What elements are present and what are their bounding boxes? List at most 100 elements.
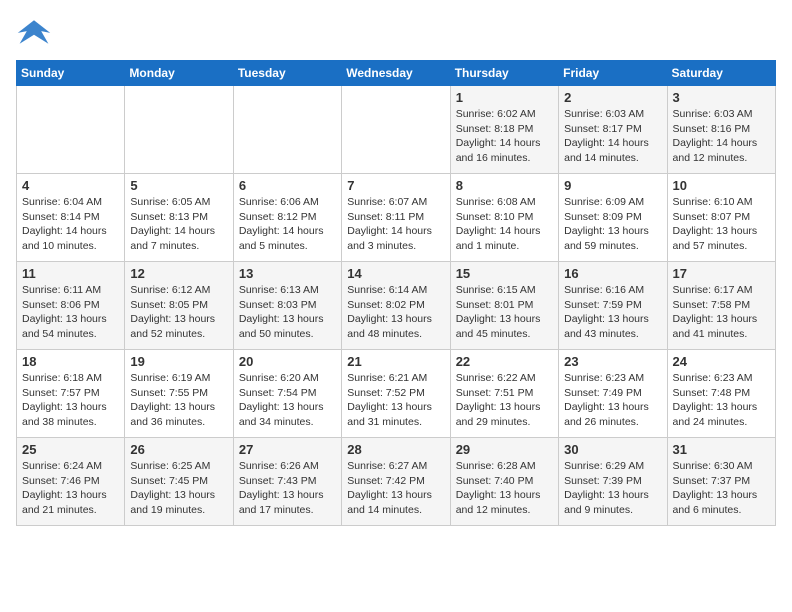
- day-info: Sunrise: 6:14 AM Sunset: 8:02 PM Dayligh…: [347, 283, 444, 342]
- day-info: Sunrise: 6:07 AM Sunset: 8:11 PM Dayligh…: [347, 195, 444, 254]
- day-info: Sunrise: 6:23 AM Sunset: 7:48 PM Dayligh…: [673, 371, 770, 430]
- calendar-cell: [233, 86, 341, 174]
- calendar-cell: 10Sunrise: 6:10 AM Sunset: 8:07 PM Dayli…: [667, 174, 775, 262]
- day-info: Sunrise: 6:03 AM Sunset: 8:17 PM Dayligh…: [564, 107, 661, 166]
- day-info: Sunrise: 6:15 AM Sunset: 8:01 PM Dayligh…: [456, 283, 553, 342]
- day-info: Sunrise: 6:04 AM Sunset: 8:14 PM Dayligh…: [22, 195, 119, 254]
- calendar-cell: 15 Sunrise: 6:15 AM Sunset: 8:01 PM Dayli…: [450, 262, 558, 350]
- day-info: Sunrise: 6:16 AM Sunset: 7:59 PM Dayligh…: [564, 283, 661, 342]
- day-info: Sunrise: 6:21 AM Sunset: 7:52 PM Dayligh…: [347, 371, 444, 430]
- day-info: Sunrise: 6:25 AM Sunset: 7:45 PM Dayligh…: [130, 459, 227, 518]
- calendar-cell: [125, 86, 233, 174]
- calendar-cell: 7 Sunrise: 6:07 AM Sunset: 8:11 PM Daylig…: [342, 174, 450, 262]
- day-number: 21: [347, 354, 444, 369]
- weekday-row: SundayMondayTuesdayWednesdayThursdayFrid…: [17, 61, 776, 86]
- day-number: 29: [456, 442, 553, 457]
- day-info: Sunrise: 6:06 AM Sunset: 8:12 PM Dayligh…: [239, 195, 336, 254]
- day-number: 27: [239, 442, 336, 457]
- calendar-cell: 6 Sunrise: 6:06 AM Sunset: 8:12 PM Daylig…: [233, 174, 341, 262]
- day-number: 17: [673, 266, 770, 281]
- calendar-cell: [17, 86, 125, 174]
- day-number: 11: [22, 266, 119, 281]
- day-number: 25: [22, 442, 119, 457]
- calendar-cell: 14Sunrise: 6:14 AM Sunset: 8:02 PM Dayli…: [342, 262, 450, 350]
- day-info: Sunrise: 6:11 AM Sunset: 8:06 PM Dayligh…: [22, 283, 119, 342]
- day-number: 2: [564, 90, 661, 105]
- day-number: 24: [673, 354, 770, 369]
- day-number: 23: [564, 354, 661, 369]
- day-number: 19: [130, 354, 227, 369]
- calendar-cell: 31 Sunrise: 6:30 AM Sunset: 7:37 PM Dayli…: [667, 438, 775, 526]
- calendar-cell: 25 Sunrise: 6:24 AM Sunset: 7:46 PM Dayli…: [17, 438, 125, 526]
- calendar-cell: [342, 86, 450, 174]
- day-info: Sunrise: 6:12 AM Sunset: 8:05 PM Dayligh…: [130, 283, 227, 342]
- weekday-header-monday: Monday: [125, 61, 233, 86]
- day-number: 30: [564, 442, 661, 457]
- calendar-cell: 29 Sunrise: 6:28 AM Sunset: 7:40 PM Dayli…: [450, 438, 558, 526]
- calendar-cell: 16 Sunrise: 6:16 AM Sunset: 7:59 PM Dayli…: [559, 262, 667, 350]
- day-info: Sunrise: 6:09 AM Sunset: 8:09 PM Dayligh…: [564, 195, 661, 254]
- day-info: Sunrise: 6:18 AM Sunset: 7:57 PM Dayligh…: [22, 371, 119, 430]
- day-info: Sunrise: 6:30 AM Sunset: 7:37 PM Dayligh…: [673, 459, 770, 518]
- calendar-cell: 5 Sunrise: 6:05 AM Sunset: 8:13 PM Daylig…: [125, 174, 233, 262]
- day-number: 4: [22, 178, 119, 193]
- day-info: Sunrise: 6:05 AM Sunset: 8:13 PM Dayligh…: [130, 195, 227, 254]
- day-number: 10: [673, 178, 770, 193]
- weekday-header-sunday: Sunday: [17, 61, 125, 86]
- day-info: Sunrise: 6:19 AM Sunset: 7:55 PM Dayligh…: [130, 371, 227, 430]
- day-info: Sunrise: 6:23 AM Sunset: 7:49 PM Dayligh…: [564, 371, 661, 430]
- calendar-cell: 28 Sunrise: 6:27 AM Sunset: 7:42 PM Dayli…: [342, 438, 450, 526]
- day-info: Sunrise: 6:28 AM Sunset: 7:40 PM Dayligh…: [456, 459, 553, 518]
- calendar-cell: 13 Sunrise: 6:13 AM Sunset: 8:03 PM Dayli…: [233, 262, 341, 350]
- weekday-header-tuesday: Tuesday: [233, 61, 341, 86]
- day-info: Sunrise: 6:22 AM Sunset: 7:51 PM Dayligh…: [456, 371, 553, 430]
- calendar-cell: 2 Sunrise: 6:03 AM Sunset: 8:17 PM Daylig…: [559, 86, 667, 174]
- day-info: Sunrise: 6:26 AM Sunset: 7:43 PM Dayligh…: [239, 459, 336, 518]
- calendar-week-3: 11 Sunrise: 6:11 AM Sunset: 8:06 PM Dayli…: [17, 262, 776, 350]
- day-number: 20: [239, 354, 336, 369]
- calendar-cell: 3 Sunrise: 6:03 AM Sunset: 8:16 PM Daylig…: [667, 86, 775, 174]
- calendar-week-2: 4 Sunrise: 6:04 AM Sunset: 8:14 PM Daylig…: [17, 174, 776, 262]
- day-number: 15: [456, 266, 553, 281]
- day-number: 7: [347, 178, 444, 193]
- calendar-week-1: 1Sunrise: 6:02 AM Sunset: 8:18 PM Daylig…: [17, 86, 776, 174]
- day-number: 31: [673, 442, 770, 457]
- calendar-body: 1Sunrise: 6:02 AM Sunset: 8:18 PM Daylig…: [17, 86, 776, 526]
- day-info: Sunrise: 6:29 AM Sunset: 7:39 PM Dayligh…: [564, 459, 661, 518]
- calendar-cell: 27 Sunrise: 6:26 AM Sunset: 7:43 PM Dayli…: [233, 438, 341, 526]
- day-number: 22: [456, 354, 553, 369]
- page-header: [16, 16, 776, 48]
- calendar-week-4: 18 Sunrise: 6:18 AM Sunset: 7:57 PM Dayli…: [17, 350, 776, 438]
- calendar-cell: 19 Sunrise: 6:19 AM Sunset: 7:55 PM Dayli…: [125, 350, 233, 438]
- day-number: 5: [130, 178, 227, 193]
- calendar-cell: 23 Sunrise: 6:23 AM Sunset: 7:49 PM Dayli…: [559, 350, 667, 438]
- day-number: 13: [239, 266, 336, 281]
- day-number: 26: [130, 442, 227, 457]
- calendar-cell: 24 Sunrise: 6:23 AM Sunset: 7:48 PM Dayli…: [667, 350, 775, 438]
- calendar-cell: 20Sunrise: 6:20 AM Sunset: 7:54 PM Dayli…: [233, 350, 341, 438]
- calendar-cell: 1Sunrise: 6:02 AM Sunset: 8:18 PM Daylig…: [450, 86, 558, 174]
- day-number: 6: [239, 178, 336, 193]
- logo-bird-icon: [16, 16, 52, 48]
- calendar-cell: 17 Sunrise: 6:17 AM Sunset: 7:58 PM Dayli…: [667, 262, 775, 350]
- day-number: 12: [130, 266, 227, 281]
- weekday-header-friday: Friday: [559, 61, 667, 86]
- calendar-cell: 4 Sunrise: 6:04 AM Sunset: 8:14 PM Daylig…: [17, 174, 125, 262]
- calendar-cell: 21 Sunrise: 6:21 AM Sunset: 7:52 PM Dayli…: [342, 350, 450, 438]
- day-info: Sunrise: 6:27 AM Sunset: 7:42 PM Dayligh…: [347, 459, 444, 518]
- day-info: Sunrise: 6:24 AM Sunset: 7:46 PM Dayligh…: [22, 459, 119, 518]
- calendar-cell: 30 Sunrise: 6:29 AM Sunset: 7:39 PM Dayli…: [559, 438, 667, 526]
- day-number: 3: [673, 90, 770, 105]
- calendar-cell: 8Sunrise: 6:08 AM Sunset: 8:10 PM Daylig…: [450, 174, 558, 262]
- calendar-week-5: 25 Sunrise: 6:24 AM Sunset: 7:46 PM Dayli…: [17, 438, 776, 526]
- day-info: Sunrise: 6:17 AM Sunset: 7:58 PM Dayligh…: [673, 283, 770, 342]
- calendar-cell: 12 Sunrise: 6:12 AM Sunset: 8:05 PM Dayli…: [125, 262, 233, 350]
- calendar-cell: 18 Sunrise: 6:18 AM Sunset: 7:57 PM Dayli…: [17, 350, 125, 438]
- day-number: 16: [564, 266, 661, 281]
- weekday-header-thursday: Thursday: [450, 61, 558, 86]
- day-info: Sunrise: 6:03 AM Sunset: 8:16 PM Dayligh…: [673, 107, 770, 166]
- day-number: 28: [347, 442, 444, 457]
- day-number: 18: [22, 354, 119, 369]
- day-info: Sunrise: 6:13 AM Sunset: 8:03 PM Dayligh…: [239, 283, 336, 342]
- day-info: Sunrise: 6:02 AM Sunset: 8:18 PM Dayligh…: [456, 107, 553, 166]
